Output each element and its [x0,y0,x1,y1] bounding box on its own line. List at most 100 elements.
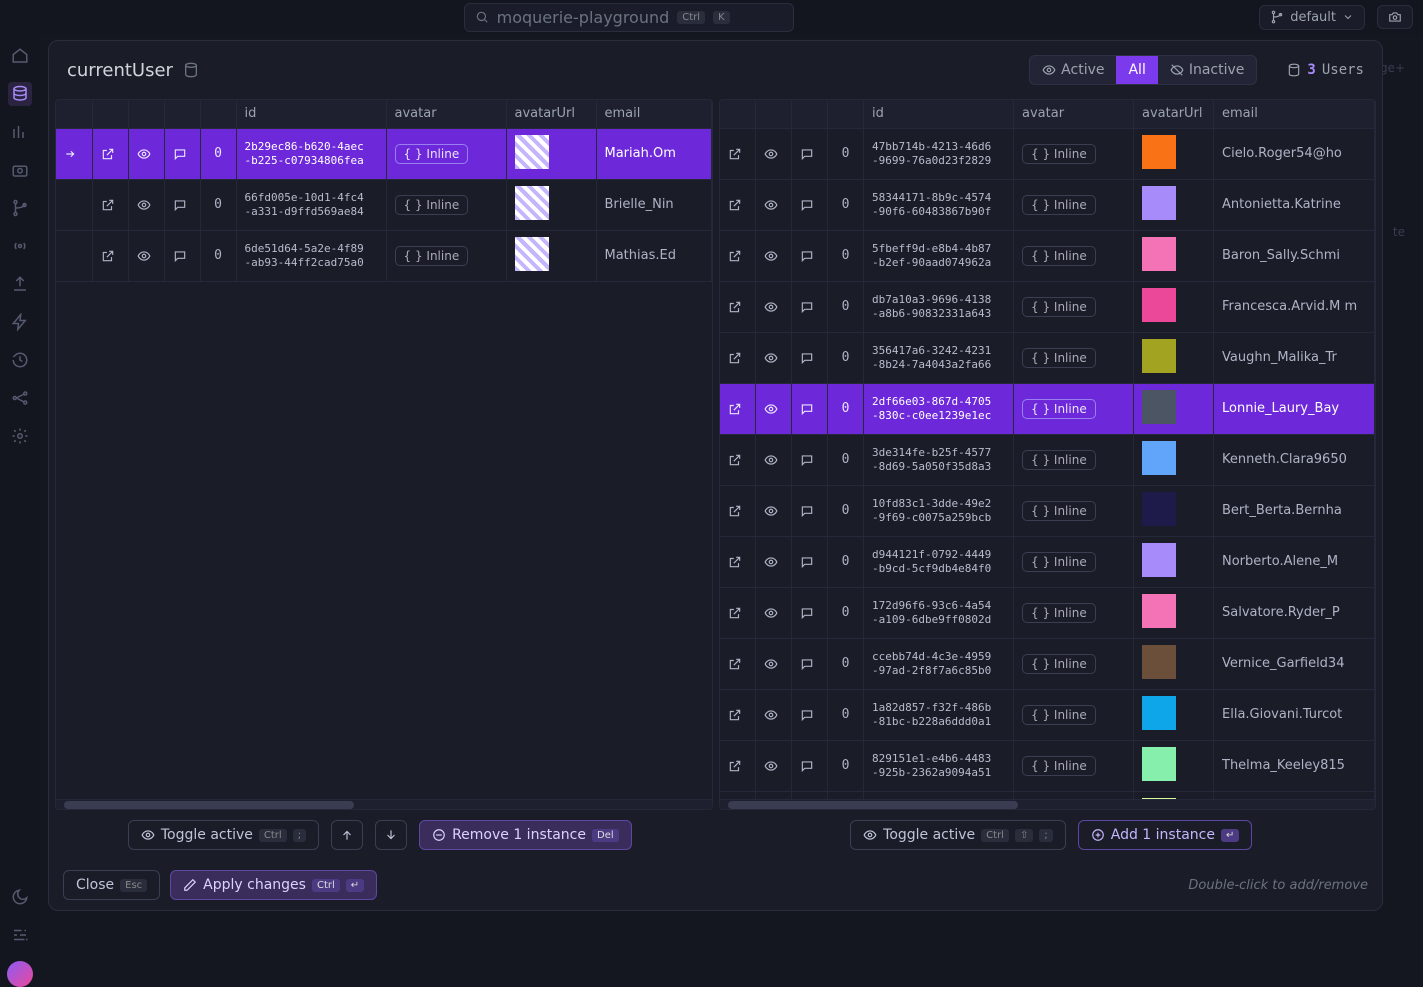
table-row[interactable]: 0ccebb74d-4c3e-4959-97ad-2f8f7a6c85b0{ }… [720,638,1375,689]
inline-button[interactable]: { } Inline [1022,297,1096,317]
inline-button[interactable]: { } Inline [1022,246,1096,266]
id-cell[interactable]: 5fbeff9d-e8b4-4b87-b2ef-90aad074962a [864,230,1014,281]
email-cell[interactable]: Cielo.Roger54@ho [1214,128,1375,179]
avatar-cell[interactable]: { } Inline [1014,740,1134,791]
col-avatar[interactable]: avatar [1014,100,1134,128]
external-link-icon[interactable] [92,179,128,230]
col-avatarurl[interactable]: avatarUrl [1134,100,1214,128]
email-cell[interactable]: Salvatore.Ryder_P [1214,587,1375,638]
avatar-cell[interactable]: { } Inline [1014,791,1134,799]
id-cell[interactable]: db7a10a3-9696-4138-a8b6-90832331a643 [864,281,1014,332]
comment-icon[interactable] [792,689,828,740]
col-id[interactable]: id [864,100,1014,128]
add-instance-button[interactable]: Add 1 instance ↵ [1078,820,1253,850]
email-cell[interactable]: Kenneth.Clara9650 [1214,434,1375,485]
email-cell[interactable]: Baron_Sally.Schmi [1214,230,1375,281]
table-row[interactable]: 0db7a10a3-9696-4138-a8b6-90832331a643{ }… [720,281,1375,332]
external-link-icon[interactable] [720,332,756,383]
col-email[interactable]: email [596,100,711,128]
rail-broadcast[interactable] [8,234,32,258]
external-link-icon[interactable] [720,128,756,179]
avatar-cell[interactable]: { } Inline [1014,383,1134,434]
comment-icon[interactable] [792,230,828,281]
eye-icon[interactable] [756,281,792,332]
avatar-cell[interactable]: { } Inline [1014,179,1134,230]
avatar-cell[interactable]: { } Inline [1014,281,1134,332]
rail-home[interactable] [8,44,32,68]
apply-changes-button[interactable]: Apply changes Ctrl ↵ [170,870,377,900]
move-down-button[interactable] [375,820,407,850]
rail-moon[interactable] [8,885,32,909]
comment-icon[interactable] [792,332,828,383]
external-link-icon[interactable] [720,230,756,281]
avatar-cell[interactable]: { } Inline [1014,587,1134,638]
comment-icon[interactable] [792,179,828,230]
h-scrollbar[interactable] [56,799,712,809]
rail-gear[interactable] [8,424,32,448]
table-row[interactable]: 0356417a6-3242-4231-8b24-7a4043a2fa66{ }… [720,332,1375,383]
external-link-icon[interactable] [720,740,756,791]
toggle-active-button[interactable]: Toggle active Ctrl ⇧ ; [850,820,1066,850]
snapshot-button[interactable] [1377,5,1413,29]
comment-icon[interactable] [792,128,828,179]
eye-icon[interactable] [756,791,792,799]
eye-icon[interactable] [756,689,792,740]
comment-icon[interactable] [164,128,200,179]
email-cell[interactable]: Ella.Giovani.Turcot [1214,689,1375,740]
eye-icon[interactable] [756,587,792,638]
id-cell[interactable]: 356417a6-3242-4231-8b24-7a4043a2fa66 [864,332,1014,383]
table-row[interactable]: 0172d96f6-93c6-4a54-a109-6dbe9ff0802d{ }… [720,587,1375,638]
external-link-icon[interactable] [720,434,756,485]
email-cell[interactable]: Brielle_Nin [596,179,711,230]
email-cell[interactable]: Norberto.Alene_M [1214,536,1375,587]
eye-icon[interactable] [756,434,792,485]
col-id[interactable]: id [236,100,386,128]
comment-icon[interactable] [792,383,828,434]
id-cell[interactable]: 172d96f6-93c6-4a54-a109-6dbe9ff0802d [864,587,1014,638]
rail-history[interactable] [8,348,32,372]
toggle-active-button[interactable]: Toggle active Ctrl ; [128,820,319,850]
inline-button[interactable]: { } Inline [1022,501,1096,521]
id-cell[interactable]: d944121f-0792-4449-b9cd-5cf9db4e84f0 [864,536,1014,587]
external-link-icon[interactable] [720,689,756,740]
email-cell[interactable]: Mathias.Ed [596,230,711,281]
comment-icon[interactable] [792,281,828,332]
id-cell[interactable]: ccebb74d-4c3e-4959-97ad-2f8f7a6c85b0 [864,638,1014,689]
eye-icon[interactable] [756,638,792,689]
email-cell[interactable]: Bert_Berta.Bernha [1214,485,1375,536]
table-row[interactable]: 06de51d64-5a2e-4f89-ab93-44ff2cad75a0{ }… [56,230,711,281]
eye-icon[interactable] [756,740,792,791]
table-row[interactable]: 02df66e03-867d-4705-830c-c0ee1239e1ec{ }… [720,383,1375,434]
inline-button[interactable]: { } Inline [1022,195,1096,215]
eye-icon[interactable] [756,485,792,536]
table-row[interactable]: 047bb714b-4213-46d6-9699-76a0d23f2829{ }… [720,128,1375,179]
id-cell[interactable]: 2b29ec86-b620-4aec-b225-c07934806fea [236,128,386,179]
avatar-cell[interactable]: { } Inline [1014,485,1134,536]
eye-icon[interactable] [756,383,792,434]
inline-button[interactable]: { } Inline [395,144,469,164]
table-row[interactable]: 05fbeff9d-e8b4-4b87-b2ef-90aad074962a{ }… [720,230,1375,281]
external-link-icon[interactable] [720,536,756,587]
rail-database[interactable] [8,82,32,106]
eye-icon[interactable] [756,536,792,587]
email-cell[interactable]: Lonnie_Laury_Bay [1214,383,1375,434]
external-link-icon[interactable] [720,791,756,799]
inline-button[interactable]: { } Inline [1022,552,1096,572]
inline-button[interactable]: { } Inline [1022,654,1096,674]
eye-icon[interactable] [128,230,164,281]
avatar-cell[interactable]: { } Inline [1014,689,1134,740]
avatar-cell[interactable]: { } Inline [1014,230,1134,281]
external-link-icon[interactable] [720,281,756,332]
comment-icon[interactable] [792,740,828,791]
search-box[interactable]: moquerie-playground Ctrl K [464,3,794,32]
rail-bolt[interactable] [8,310,32,334]
table-row[interactable]: 0d944121f-0792-4449-b9cd-5cf9db4e84f0{ }… [720,536,1375,587]
inline-button[interactable]: { } Inline [1022,705,1096,725]
comment-icon[interactable] [792,791,828,799]
inline-button[interactable]: { } Inline [395,246,469,266]
avatar-cell[interactable]: { } Inline [386,230,506,281]
eye-icon[interactable] [756,179,792,230]
col-email[interactable]: email [1214,100,1375,128]
avatar-cell[interactable]: { } Inline [1014,332,1134,383]
table-row[interactable]: 02b29ec86-b620-4aec-b225-c07934806fea{ }… [56,128,711,179]
